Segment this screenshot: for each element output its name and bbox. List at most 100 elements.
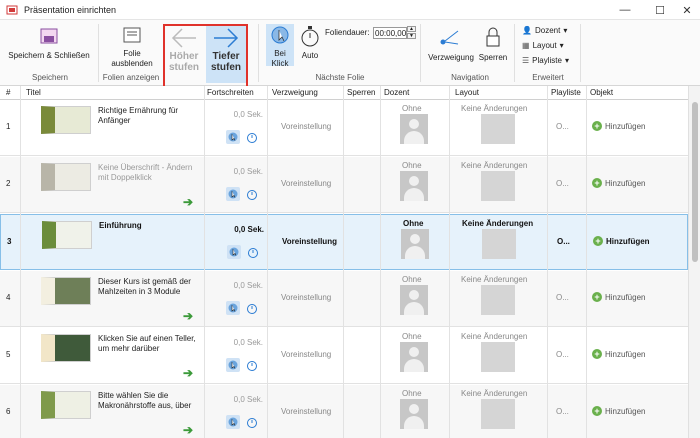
branch-value[interactable]: Voreinstellung (281, 179, 331, 188)
add-object-button[interactable]: + Hinzufügen (592, 121, 645, 131)
vertical-scrollbar[interactable] (688, 86, 700, 438)
slide-title[interactable]: Bitte wählen Sie die Makronährstoffe aus… (98, 391, 202, 411)
duration-down[interactable]: ▼ (407, 33, 416, 39)
progress-time[interactable]: 0,0 Sek. (206, 225, 264, 234)
branch-value[interactable]: Voreinstellung (281, 293, 331, 302)
table-row[interactable]: 6 Bitte wählen Sie die Makronährstoffe a… (0, 385, 688, 438)
col-header[interactable]: Dozent (384, 88, 409, 97)
lock-button[interactable]: Sperren (478, 24, 508, 63)
separator (258, 24, 259, 82)
slide-thumbnail (42, 221, 92, 249)
click-icon[interactable] (227, 245, 241, 259)
col-header[interactable]: Playliste (551, 88, 581, 97)
table-row[interactable]: 2 Keine Überschrift - Ändern mit Doppelk… (0, 157, 688, 213)
stopwatch-icon[interactable] (245, 358, 259, 372)
layout-icon[interactable] (481, 399, 515, 429)
playlist-icon: ☰ (522, 56, 530, 65)
hide-slide-button[interactable]: Folie ausblenden (106, 26, 158, 69)
presenter-menu[interactable]: 👤 Dozent ▾ (522, 26, 567, 35)
add-object-button[interactable]: + Hinzufügen (593, 236, 650, 246)
col-header[interactable]: Fortschreiten (207, 88, 254, 97)
progress-time[interactable]: 0,0 Sek. (205, 167, 263, 176)
avatar[interactable] (401, 229, 429, 259)
avatar[interactable] (400, 342, 428, 372)
click-icon[interactable] (226, 415, 240, 429)
progress-time[interactable]: 0,0 Sek. (205, 110, 263, 119)
branch-value[interactable]: Voreinstellung (281, 407, 331, 416)
click-icon[interactable] (226, 358, 240, 372)
auto-button[interactable]: Auto (298, 24, 322, 61)
col-divider (547, 86, 548, 438)
row-number: 4 (6, 293, 11, 302)
branching-button[interactable]: Verzweigung (426, 24, 476, 63)
branch-value[interactable]: Voreinstellung (282, 237, 337, 246)
stopwatch-icon[interactable] (246, 245, 260, 259)
chevron-down-icon: ▾ (563, 26, 568, 35)
playlist-value[interactable]: O... (556, 122, 569, 131)
branch-value[interactable]: Voreinstellung (281, 350, 331, 359)
duration-up[interactable]: ▲ (407, 26, 416, 32)
grid-header: # Titel Fortschreiten Verzweigung Sperre… (0, 86, 688, 100)
click-icon[interactable] (226, 187, 240, 201)
col-header[interactable]: Objekt (590, 88, 613, 97)
window-title: Präsentation einrichten (24, 5, 117, 15)
branch-value[interactable]: Voreinstellung (281, 122, 331, 131)
slide-icon (123, 27, 141, 43)
table-row[interactable]: 4 Dieser Kurs ist gemäß der Mahlzeiten i… (0, 271, 688, 327)
minimize-button[interactable]: — (610, 0, 640, 20)
stopwatch-icon[interactable] (245, 187, 259, 201)
add-object-button[interactable]: + Hinzufügen (592, 292, 645, 302)
table-row[interactable]: 5 Klicken Sie auf einen Teller, um mehr … (0, 328, 688, 384)
playlist-menu[interactable]: ☰ Playliste ▾ (522, 56, 569, 65)
add-object-button[interactable]: + Hinzufügen (592, 178, 645, 188)
progress-time[interactable]: 0,0 Sek. (205, 395, 263, 404)
slide-title[interactable]: Einführung (99, 221, 203, 231)
plus-icon: + (592, 292, 602, 302)
playlist-value[interactable]: O... (557, 237, 570, 246)
avatar[interactable] (400, 285, 428, 315)
chevron-down-icon: ▾ (559, 41, 564, 50)
slide-title[interactable]: Richtige Ernährung für Anfänger (98, 106, 202, 126)
playlist-value[interactable]: O... (556, 407, 569, 416)
plus-icon: + (592, 349, 602, 359)
layout-icon[interactable] (481, 285, 515, 315)
avatar[interactable] (400, 114, 428, 144)
col-header[interactable]: Sperren (347, 88, 375, 97)
click-icon[interactable] (226, 301, 240, 315)
stopwatch-icon[interactable] (245, 301, 259, 315)
save-close-button[interactable]: Speichern & Schließen (6, 26, 92, 61)
layout-icon[interactable] (481, 114, 515, 144)
maximize-button[interactable]: ☐ (645, 0, 675, 20)
close-button[interactable]: ✕ (672, 0, 700, 20)
avatar[interactable] (400, 171, 428, 201)
col-header[interactable]: # (6, 88, 10, 97)
on-click-button[interactable]: Bei Klick (266, 24, 294, 68)
stopwatch-icon[interactable] (245, 130, 259, 144)
progress-time[interactable]: 0,0 Sek. (205, 338, 263, 347)
layout-menu[interactable]: ▦ Layout ▾ (522, 41, 564, 50)
layout-icon[interactable] (481, 171, 515, 201)
layout-icon[interactable] (481, 342, 515, 372)
table-row[interactable]: 1 Richtige Ernährung für Anfänger ➔ 0,0 … (0, 100, 688, 156)
click-icon[interactable] (226, 130, 240, 144)
scrollbar-thumb[interactable] (692, 102, 698, 262)
stopwatch-icon[interactable] (245, 415, 259, 429)
duration-input[interactable]: 00:00,00 (373, 27, 407, 39)
playlist-value[interactable]: O... (556, 179, 569, 188)
playlist-value[interactable]: O... (556, 293, 569, 302)
col-header[interactable]: Titel (26, 88, 41, 97)
avatar[interactable] (400, 399, 428, 429)
playlist-value[interactable]: O... (556, 350, 569, 359)
layout-value: Keine Änderungen (461, 104, 528, 113)
add-object-button[interactable]: + Hinzufügen (592, 349, 645, 359)
slide-title[interactable]: Dieser Kurs ist gemäß der Mahlzeiten in … (98, 277, 202, 297)
chevron-down-icon: ▾ (564, 56, 569, 65)
slide-title[interactable]: Keine Überschrift - Ändern mit Doppelkli… (98, 163, 202, 183)
col-header[interactable]: Verzweigung (272, 88, 318, 97)
slide-title[interactable]: Klicken Sie auf einen Teller, um mehr da… (98, 334, 202, 354)
layout-icon[interactable] (482, 229, 516, 259)
table-row[interactable]: 3 Einführung ➔ 0,0 Sek. Voreinstellung O… (0, 214, 688, 270)
col-header[interactable]: Layout (455, 88, 479, 97)
add-object-button[interactable]: + Hinzufügen (592, 406, 645, 416)
progress-time[interactable]: 0,0 Sek. (205, 281, 263, 290)
